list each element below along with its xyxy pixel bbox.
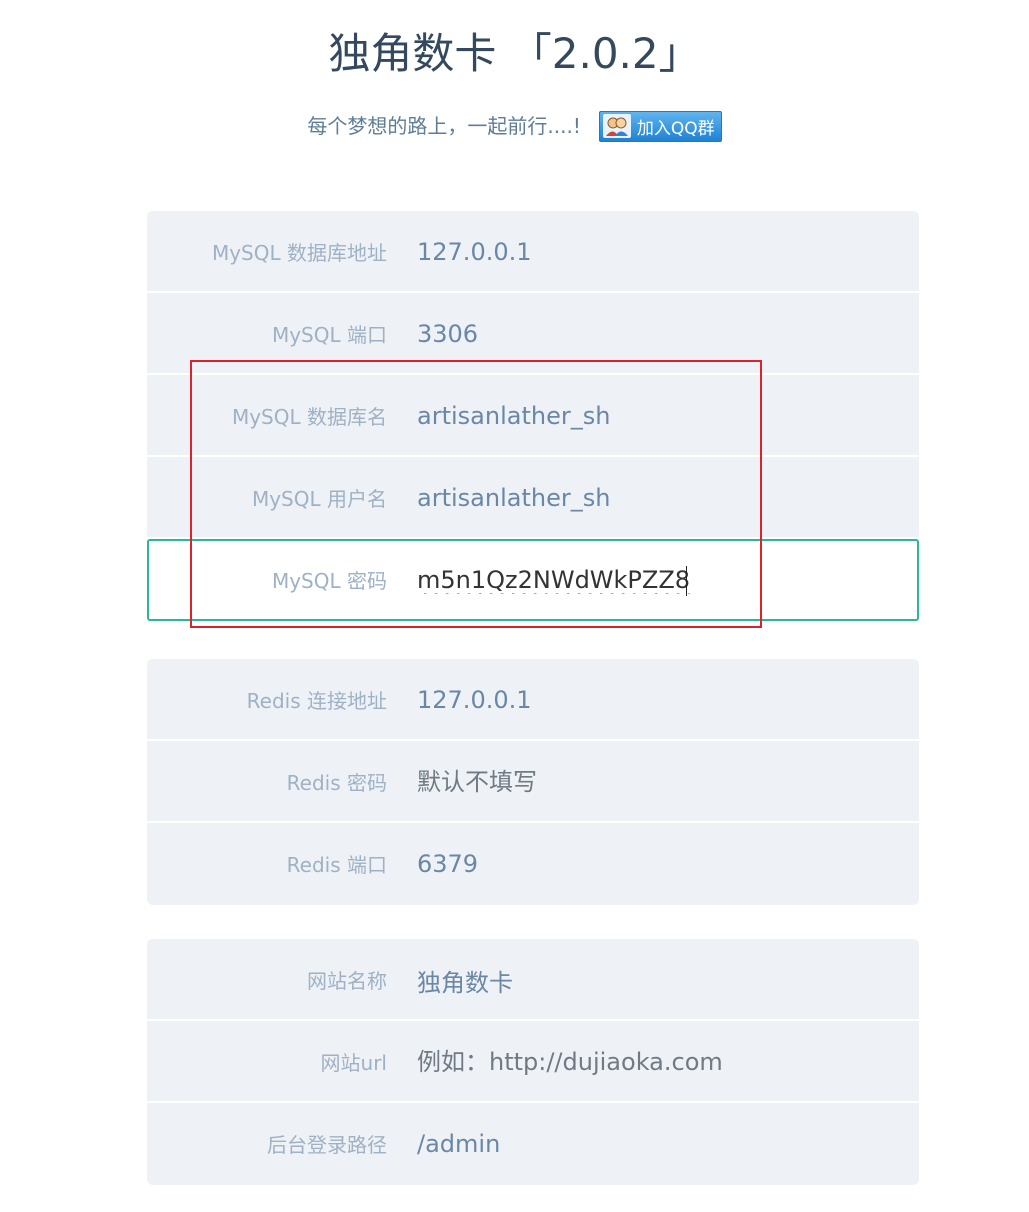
text-caret [686, 566, 687, 596]
subtitle-row: 每个梦想的路上，一起前行....! 加入QQ群 [0, 108, 1029, 144]
admin-path-label: 后台登录路径 [267, 1133, 387, 1157]
mysql-database-input[interactable] [417, 395, 887, 437]
join-qq-group-button[interactable]: 加入QQ群 [598, 110, 722, 142]
redis-password-row: Redis 密码 [147, 741, 919, 823]
redis-port-row: Redis 端口 [147, 823, 919, 905]
mysql-host-input[interactable] [417, 231, 887, 273]
mysql-database-label: MySQL 数据库名 [231, 405, 387, 429]
page-subtitle: 每个梦想的路上，一起前行....! [307, 114, 581, 138]
redis-host-label: Redis 连接地址 [246, 689, 387, 713]
site-name-row: 网站名称 [147, 939, 919, 1021]
redis-host-row: Redis 连接地址 [147, 659, 919, 741]
mysql-database-row: MySQL 数据库名 [147, 375, 919, 457]
mysql-username-input[interactable] [417, 477, 887, 519]
mysql-password-label: MySQL 密码 [271, 569, 387, 593]
mysql-username-label: MySQL 用户名 [251, 487, 387, 511]
qq-group-icon [602, 114, 631, 138]
site-settings-group: 网站名称 网站url 后台登录路径 [147, 939, 919, 1185]
mysql-host-label: MySQL 数据库地址 [211, 241, 387, 265]
mysql-password-row: MySQL 密码 [147, 539, 919, 621]
mysql-port-input[interactable] [417, 313, 887, 355]
mysql-port-row: MySQL 端口 [147, 293, 919, 375]
site-name-input[interactable] [417, 959, 887, 1001]
admin-path-input[interactable] [417, 1123, 887, 1165]
page-title: 独角数卡 「2.0.2」 [328, 29, 701, 78]
mysql-port-label: MySQL 端口 [271, 323, 387, 347]
site-url-label: 网站url [320, 1051, 387, 1075]
redis-settings-group: Redis 连接地址 Redis 密码 Redis 端口 [147, 659, 919, 905]
site-name-label: 网站名称 [307, 969, 387, 993]
mysql-username-row: MySQL 用户名 [147, 457, 919, 539]
redis-port-input[interactable] [417, 843, 887, 885]
site-url-row: 网站url [147, 1021, 919, 1103]
mysql-password-input[interactable] [417, 559, 887, 601]
mysql-settings-group: MySQL 数据库地址 MySQL 端口 MySQL 数据库名 MySQL 用户… [147, 211, 919, 621]
qq-button-label: 加入QQ群 [636, 118, 715, 139]
redis-port-label: Redis 端口 [286, 853, 387, 877]
redis-password-input[interactable] [417, 761, 887, 803]
site-url-input[interactable] [417, 1041, 887, 1083]
mysql-host-row: MySQL 数据库地址 [147, 211, 919, 293]
redis-host-input[interactable] [417, 679, 887, 721]
redis-password-label: Redis 密码 [286, 771, 387, 795]
admin-path-row: 后台登录路径 [147, 1103, 919, 1185]
